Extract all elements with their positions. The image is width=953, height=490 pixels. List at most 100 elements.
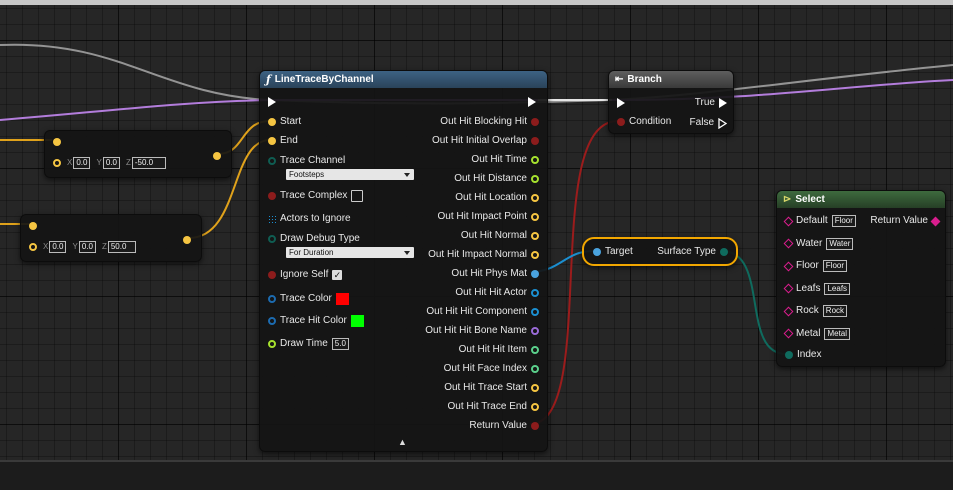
output-pin-row[interactable]: Out Hit Trace Start <box>440 381 539 395</box>
branch-header[interactable]: ⇤ Branch <box>609 71 733 88</box>
vector-pin-icon[interactable] <box>183 236 191 244</box>
output-pin-icon[interactable] <box>531 365 539 373</box>
surface-type-output[interactable]: Surface Type <box>653 245 728 259</box>
vector-pin-icon[interactable] <box>268 118 276 126</box>
output-pin-row[interactable]: Out Hit Hit Component <box>422 305 539 319</box>
draw-time-input[interactable]: Draw Time 5.0 <box>268 337 349 351</box>
select-option-row[interactable]: Default Floor <box>783 214 856 228</box>
select-option-row[interactable]: Water Water <box>783 237 854 251</box>
output-pin-icon[interactable] <box>531 232 539 240</box>
select-option-row[interactable]: Leafs Leafs <box>783 282 851 296</box>
color-pin-icon[interactable] <box>268 317 276 325</box>
bool-pin-icon[interactable] <box>268 271 276 279</box>
output-pin-row[interactable]: Out Hit Face Index <box>440 362 539 376</box>
output-pin-row[interactable]: Out Hit Distance <box>450 172 539 186</box>
vector-node-2-input[interactable] <box>29 219 37 233</box>
exec-pin-icon[interactable] <box>718 117 727 129</box>
select-return-output[interactable]: Return Value <box>866 214 941 228</box>
exec-pin-icon[interactable] <box>268 97 276 107</box>
y-field[interactable]: 0.0 <box>78 241 96 253</box>
output-pin-row[interactable]: Out Hit Impact Point <box>434 210 539 224</box>
vector-pin-icon[interactable] <box>213 152 221 160</box>
exec-pin-icon[interactable] <box>617 98 625 108</box>
ignore-self-checkbox[interactable]: ✓ <box>332 270 343 280</box>
target-input[interactable]: Target <box>593 245 637 259</box>
wildcard-pin-icon[interactable] <box>783 283 794 294</box>
array-pin-icon[interactable] <box>268 215 276 223</box>
output-pin-row[interactable]: Out Hit Blocking Hit <box>436 115 539 129</box>
vector-pin-icon[interactable] <box>29 243 37 251</box>
trace-hit-color-input[interactable]: Trace Hit Color <box>268 314 364 328</box>
output-pin-row[interactable]: Out Hit Initial Overlap <box>428 134 539 148</box>
make-vector-node-1[interactable]: X 0.0 Y 0.0 Z -50.0 <box>44 130 232 178</box>
option-value-field[interactable]: Leafs <box>824 282 851 295</box>
ignore-self-input[interactable]: Ignore Self ✓ <box>268 268 343 282</box>
select-node[interactable]: ⊳ Select Default Floor Water Water Floor Floo… <box>776 190 946 367</box>
option-value-field[interactable]: Rock <box>822 305 848 317</box>
wildcard-pin-icon[interactable] <box>783 328 794 339</box>
exec-in-pin[interactable] <box>268 95 276 109</box>
enum-pin-icon[interactable] <box>720 248 728 256</box>
z-field[interactable]: -50.0 <box>131 157 166 169</box>
x-field[interactable]: 0.0 <box>73 157 91 169</box>
wildcard-pin-icon[interactable] <box>783 238 794 249</box>
output-pin-row[interactable]: Out Hit Location <box>451 191 539 205</box>
vector-node-1-output[interactable] <box>213 149 221 163</box>
output-pin-icon[interactable] <box>531 175 539 183</box>
vector-pin-icon[interactable] <box>53 138 61 146</box>
trace-color-swatch[interactable] <box>335 293 349 305</box>
trace-color-input[interactable]: Trace Color <box>268 292 349 306</box>
output-pin-icon[interactable] <box>531 327 539 335</box>
exec-out-pin[interactable] <box>528 95 536 109</box>
branch-false-out[interactable]: False <box>686 116 727 130</box>
struct-pin-icon[interactable] <box>593 248 601 256</box>
output-pin-icon[interactable] <box>531 384 539 392</box>
output-pin-row[interactable]: Return Value <box>465 419 539 433</box>
trace-hit-color-swatch[interactable] <box>350 315 364 327</box>
output-pin-icon[interactable] <box>531 118 539 126</box>
output-pin-icon[interactable] <box>531 156 539 164</box>
output-pin-row[interactable]: Out Hit Normal <box>457 229 539 243</box>
output-pin-row[interactable]: Out Hit Impact Normal <box>424 248 539 262</box>
branch-condition-in[interactable]: Condition <box>617 115 675 129</box>
exec-pin-icon[interactable] <box>719 98 727 108</box>
option-value-field[interactable]: Water <box>826 237 854 250</box>
byte-pin-icon[interactable] <box>785 351 793 359</box>
color-pin-icon[interactable] <box>268 295 276 303</box>
make-vector-node-2[interactable]: X 0.0 Y 0.0 Z 50.0 <box>20 214 202 262</box>
output-pin-icon[interactable] <box>531 251 539 259</box>
draw-debug-type-input[interactable]: Draw Debug Type <box>268 232 364 246</box>
float-pin-icon[interactable] <box>268 340 276 348</box>
wildcard-pin-icon[interactable] <box>930 216 941 226</box>
draw-time-field[interactable]: 5.0 <box>331 338 349 350</box>
get-surface-type-node[interactable]: Target Surface Type <box>582 237 738 266</box>
branch-node[interactable]: ⇤ Branch True Condition False <box>608 70 734 134</box>
option-value-field[interactable]: Metal <box>824 327 851 340</box>
expand-arrow-icon[interactable]: ▲ <box>398 437 407 447</box>
actors-to-ignore-input[interactable]: Actors to Ignore <box>268 212 355 226</box>
start-input[interactable]: Start <box>268 115 305 129</box>
select-option-row[interactable]: Floor Floor <box>783 259 848 273</box>
trace-complex-checkbox[interactable] <box>351 190 364 202</box>
vector-pin-icon[interactable] <box>53 159 61 167</box>
trace-complex-input[interactable]: Trace Complex <box>268 189 364 203</box>
draw-debug-type-dropdown[interactable]: For Duration <box>286 246 414 258</box>
select-option-row[interactable]: Metal Metal <box>783 327 851 341</box>
branch-true-out[interactable]: True <box>691 96 727 110</box>
enum-pin-icon[interactable] <box>268 157 276 165</box>
select-header[interactable]: ⊳ Select <box>777 191 945 208</box>
bool-pin-icon[interactable] <box>268 192 276 200</box>
output-pin-icon[interactable] <box>531 403 539 411</box>
wildcard-pin-icon[interactable] <box>783 261 794 271</box>
exec-pin-icon[interactable] <box>528 97 536 107</box>
output-pin-row[interactable]: Out Hit Trace End <box>444 400 539 414</box>
output-pin-icon[interactable] <box>531 270 539 278</box>
wildcard-pin-icon[interactable] <box>783 306 794 316</box>
select-option-row[interactable]: Rock Rock <box>783 304 848 318</box>
vector-pin-icon[interactable] <box>29 222 37 230</box>
output-pin-row[interactable]: Out Hit Hit Actor <box>451 286 539 300</box>
output-pin-icon[interactable] <box>531 308 539 316</box>
output-pin-icon[interactable] <box>531 422 539 430</box>
bool-pin-icon[interactable] <box>617 118 625 126</box>
output-pin-icon[interactable] <box>531 289 539 297</box>
